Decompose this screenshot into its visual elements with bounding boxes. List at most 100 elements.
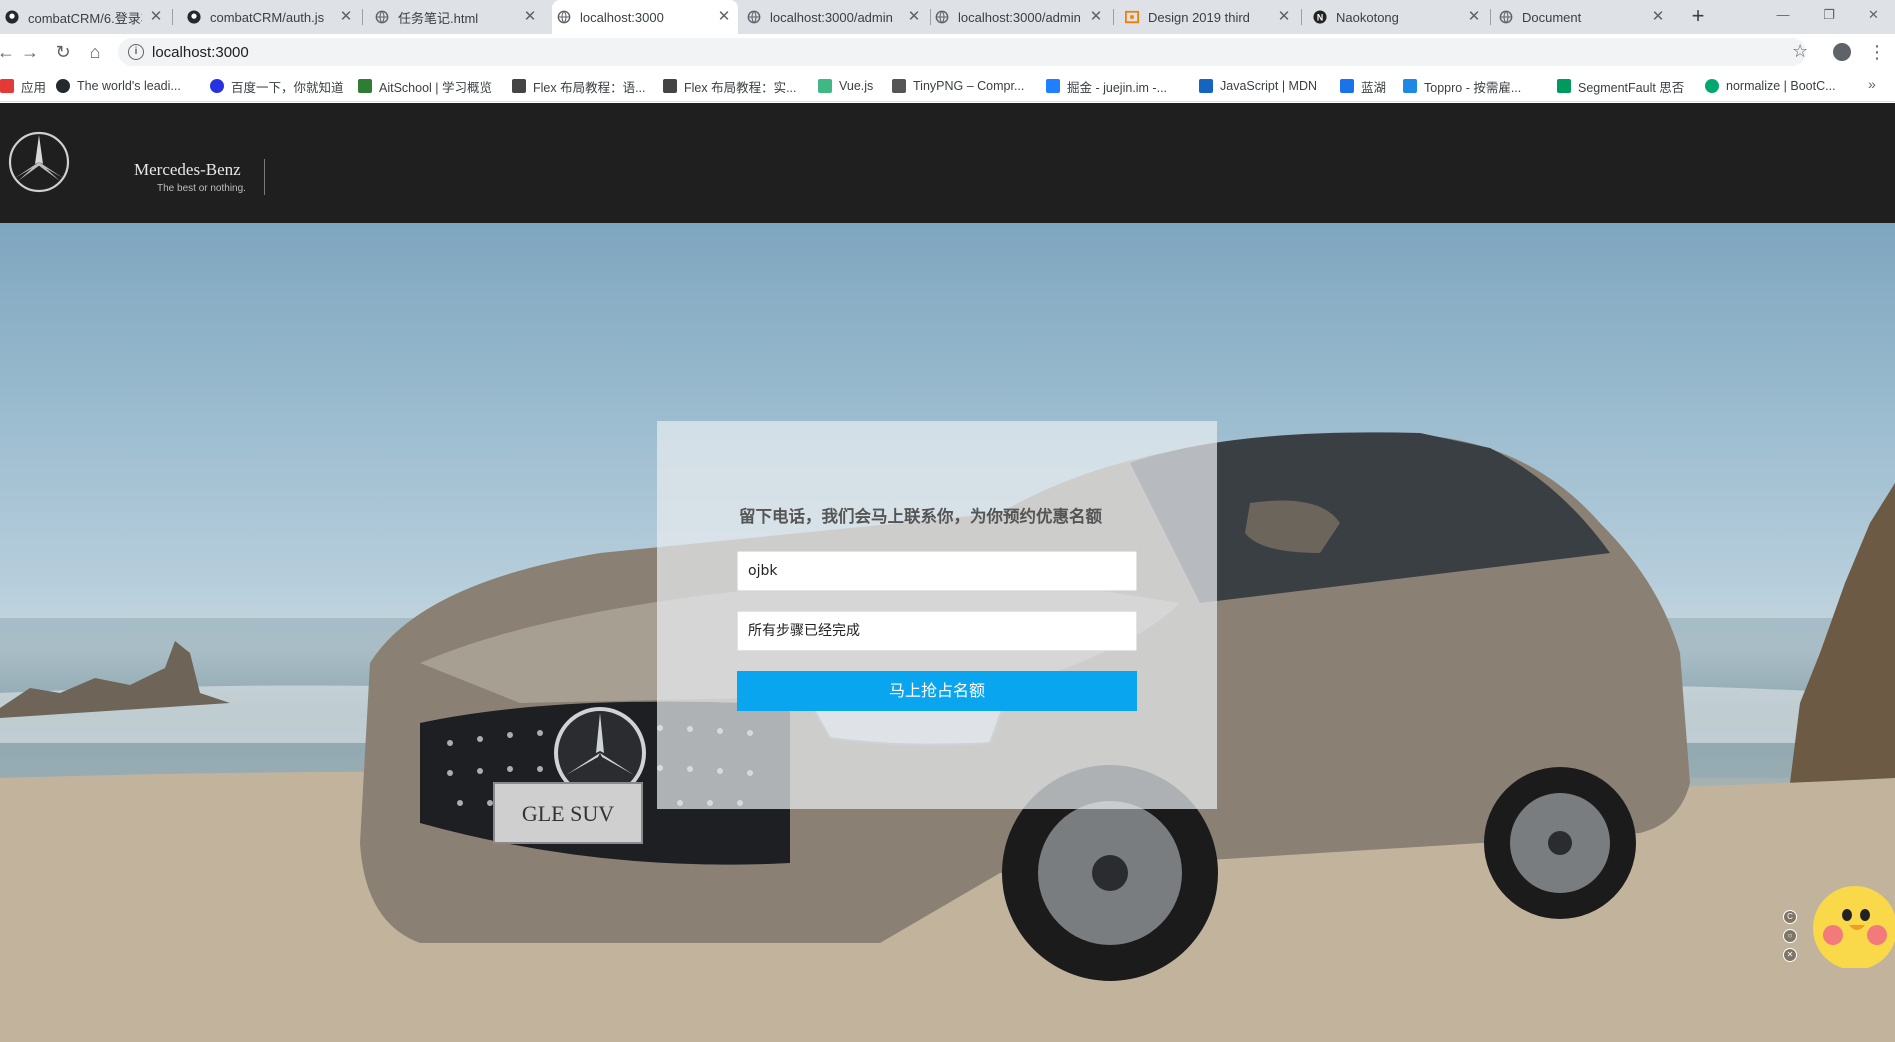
globe-icon <box>934 9 950 25</box>
bookmarks-overflow-icon[interactable]: » <box>1868 76 1876 92</box>
tab-4[interactable]: localhost:3000/admin ✕ <box>742 0 928 34</box>
globe-icon <box>556 9 572 25</box>
new-tab-icon[interactable]: + <box>1685 4 1711 30</box>
bookmark-segmentfault[interactable]: SegmentFault 思否 <box>1557 77 1684 95</box>
github-icon <box>186 9 202 25</box>
globe-icon <box>1498 9 1514 25</box>
tab-6[interactable]: Design 2019 third ✕ <box>1120 0 1298 34</box>
license-plate: GLE SUV <box>522 801 614 826</box>
close-icon[interactable]: ✕ <box>1466 9 1482 25</box>
bookmark-label: JavaScript | MDN <box>1220 79 1318 93</box>
tab-2[interactable]: 任务笔记.html ✕ <box>370 0 544 34</box>
bookmark-label: normalize | BootC... <box>1726 79 1836 93</box>
segmentfault-icon <box>1557 79 1571 93</box>
tab-title: localhost:3000/admin <box>958 9 1081 25</box>
browser-toolbar: ← → ↻ ⌂ i localhost:3000 ☆ ⋮ <box>0 34 1895 70</box>
mercedes-star-logo-icon[interactable] <box>8 131 70 193</box>
bookmark-label: SegmentFault 思否 <box>1578 80 1685 95</box>
hero-banner: GLE SUV 留下电话，我们会马上联系你，为你预约优惠名额 ojbk 所有步骤… <box>0 223 1895 1042</box>
float-control-x-icon[interactable]: ✕ <box>1783 948 1797 962</box>
address-bar[interactable]: i localhost:3000 <box>118 38 1806 66</box>
phone-input[interactable]: ojbk <box>737 551 1137 591</box>
bookmark-normalize[interactable]: normalize | BootC... <box>1705 77 1836 95</box>
tab-title: combatCRM/6.登录状 <box>28 10 142 26</box>
tab-8[interactable]: Document ✕ <box>1494 0 1672 34</box>
vue-logo-icon <box>818 79 832 93</box>
notion-icon: N <box>1312 9 1328 25</box>
bookmark-label: 百度一下，你就知道 <box>231 80 344 95</box>
bookmark-label: Flex 布局教程：实... <box>684 80 797 95</box>
minimize-icon[interactable]: — <box>1760 2 1806 28</box>
home-icon[interactable]: ⌂ <box>83 40 107 64</box>
bookmark-toppro[interactable]: Toppro - 按需雇... <box>1403 77 1521 95</box>
tab-7[interactable]: N Naokotong ✕ <box>1308 0 1488 34</box>
github-icon <box>56 79 70 93</box>
bookmark-aitschool[interactable]: AitSchool | 学习概览 <box>358 77 492 95</box>
float-control-c-icon[interactable]: C <box>1783 910 1797 924</box>
close-icon[interactable]: ✕ <box>906 9 922 25</box>
back-arrow-icon[interactable]: ← <box>0 40 18 64</box>
close-icon[interactable]: ✕ <box>1088 9 1104 25</box>
close-icon[interactable]: ✕ <box>522 9 538 25</box>
tab-title: localhost:3000/admin <box>770 9 893 25</box>
info-icon[interactable]: i <box>128 44 144 60</box>
brand-slogan: The best or nothing. <box>157 183 246 194</box>
tab-title: Naokotong <box>1336 9 1399 25</box>
bookmarks-bar: 应用 The world's leadi... 百度一下，你就知道 AitSch… <box>0 70 1895 102</box>
tab-5[interactable]: localhost:3000/admin ✕ <box>930 0 1110 34</box>
reserve-submit-button[interactable]: 马上抢占名额 <box>737 671 1137 711</box>
window-close-icon[interactable]: ✕ <box>1852 2 1895 28</box>
bookmark-label: 应用 <box>21 80 47 95</box>
bookmark-label: Flex 布局教程：语... <box>533 80 646 95</box>
tab-1[interactable]: combatCRM/auth.js ✕ <box>182 0 360 34</box>
bookmark-baidu[interactable]: 百度一下，你就知道 <box>210 77 344 95</box>
address-url[interactable]: localhost:3000 <box>152 44 249 61</box>
status-input[interactable]: 所有步骤已经完成 <box>737 611 1137 651</box>
close-icon[interactable]: ✕ <box>1276 9 1292 25</box>
bookmark-star-icon[interactable]: ☆ <box>1792 41 1808 62</box>
tab-3-active[interactable]: localhost:3000 ✕ <box>552 0 738 34</box>
bookmark-label: 掘金 - juejin.im -... <box>1067 80 1168 95</box>
baidu-paw-icon <box>210 79 224 93</box>
restore-icon[interactable]: ❐ <box>1806 2 1852 28</box>
github-icon <box>4 9 20 25</box>
globe-icon <box>746 9 762 25</box>
tab-title: 任务笔记.html <box>398 10 479 26</box>
bookmark-juejin[interactable]: 掘金 - juejin.im -... <box>1046 77 1167 95</box>
close-icon[interactable]: ✕ <box>1650 9 1666 25</box>
tab-title: Design 2019 third <box>1148 9 1250 25</box>
brand-wordmark: Mercedes-Benz <box>134 160 241 179</box>
forward-arrow-icon[interactable]: → <box>18 40 42 64</box>
ruanyf-icon <box>663 79 677 93</box>
page-viewport: Mercedes-Benz The best or nothing. GLE S… <box>0 103 1895 1042</box>
close-icon[interactable]: ✕ <box>338 9 354 25</box>
aitschool-v-icon <box>358 79 372 93</box>
bookmark-label: The world's leadi... <box>77 79 181 93</box>
bookmark-label: 蓝湖 <box>1361 80 1387 95</box>
profile-avatar-icon[interactable] <box>1833 43 1851 61</box>
mdn-icon <box>1199 79 1213 93</box>
tab-title: localhost:3000 <box>580 9 664 25</box>
reload-icon[interactable]: ↻ <box>51 40 75 64</box>
bookmark-flex-1[interactable]: Flex 布局教程：语... <box>512 77 646 95</box>
tinypng-panda-icon <box>892 79 906 93</box>
bookmark-tinypng[interactable]: TinyPNG – Compr... <box>892 77 1024 95</box>
float-control-circle-icon[interactable]: ○ <box>1783 929 1797 943</box>
bookmark-mdn[interactable]: JavaScript | MDN <box>1199 77 1317 95</box>
apps-grid-icon <box>0 79 14 93</box>
close-icon[interactable]: ✕ <box>716 9 732 25</box>
bookmark-flex-2[interactable]: Flex 布局教程：实... <box>663 77 797 95</box>
tab-0[interactable]: combatCRM/6.登录状 ✕ <box>0 0 170 34</box>
menu-kebab-icon[interactable]: ⋮ <box>1868 40 1886 64</box>
juejin-icon <box>1046 79 1060 93</box>
bookmark-label: AitSchool | 学习概览 <box>379 80 493 95</box>
bookmark-lanhu[interactable]: 蓝湖 <box>1340 77 1386 95</box>
bookmark-apps[interactable]: 应用 <box>0 77 46 95</box>
tab-title: combatCRM/auth.js <box>210 9 325 25</box>
ruanyf-icon <box>512 79 526 93</box>
bookmark-github[interactable]: The world's leadi... <box>56 77 181 95</box>
mascot-chick-icon[interactable] <box>1805 873 1895 968</box>
bookmark-vue[interactable]: Vue.js <box>818 77 873 95</box>
close-icon[interactable]: ✕ <box>148 9 164 25</box>
globe-icon <box>374 9 390 25</box>
